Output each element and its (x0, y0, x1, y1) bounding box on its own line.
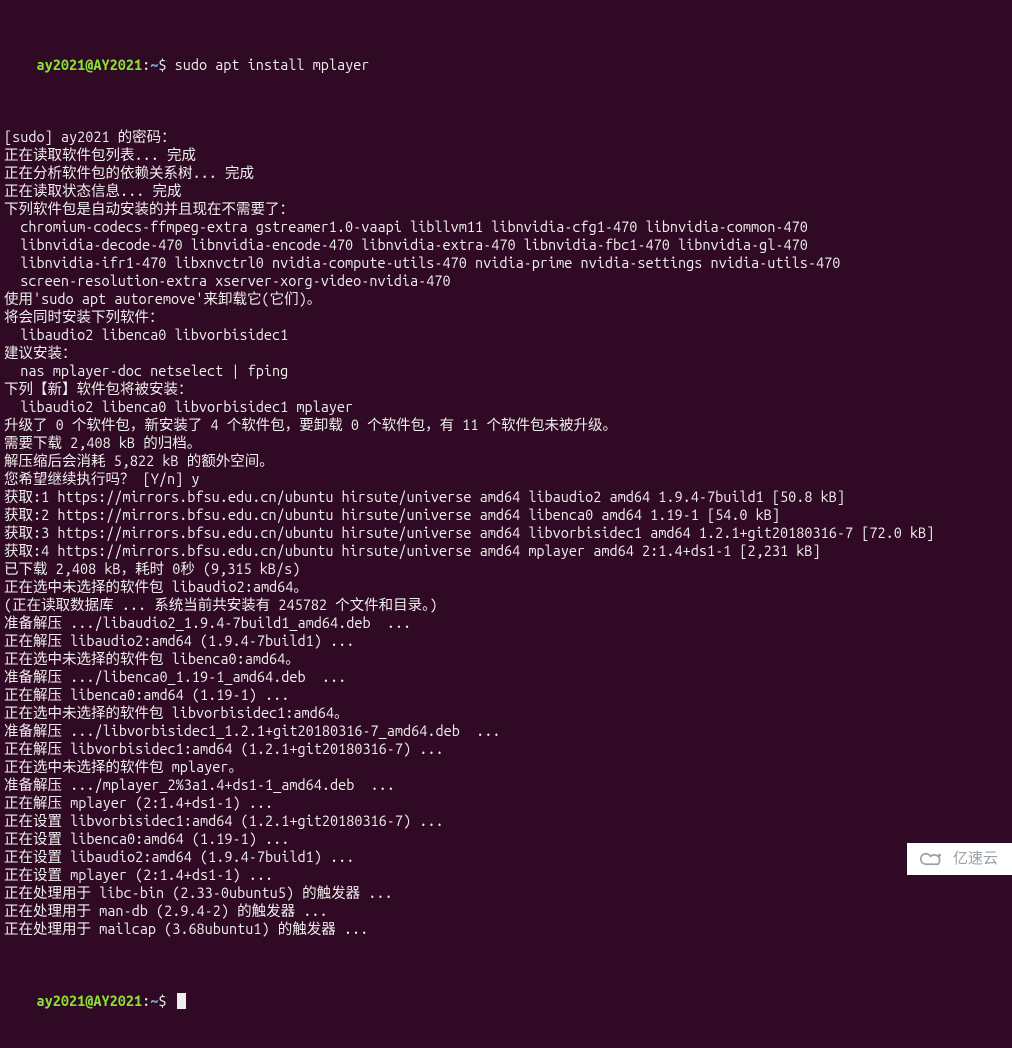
output-line: 正在解压 libvorbisidec1:amd64 (1.2.1+git2018… (4, 740, 1008, 758)
output-line: 正在设置 libaudio2:amd64 (1.9.4-7build1) ... (4, 848, 1008, 866)
output-line: 下列软件包是自动安装的并且现在不需要了： (4, 200, 1008, 218)
output-line: 正在处理用于 man-db (2.9.4-2) 的触发器 ... (4, 902, 1008, 920)
prompt-user: ay2021 (36, 992, 85, 1009)
output-line: nas mplayer-doc netselect | fping (4, 362, 1008, 380)
output-line: 正在分析软件包的依赖关系树... 完成 (4, 164, 1008, 182)
cursor-icon (177, 993, 186, 1009)
prompt-colon: : (142, 56, 150, 73)
output-line: libnvidia-ifr1-470 libxnvctrl0 nvidia-co… (4, 254, 1008, 272)
output-line: 正在设置 libvorbisidec1:amd64 (1.2.1+git2018… (4, 812, 1008, 830)
output-line: 升级了 0 个软件包，新安装了 4 个软件包，要卸载 0 个软件包，有 11 个… (4, 416, 1008, 434)
output-line: 您希望继续执行吗？ [Y/n] y (4, 470, 1008, 488)
output-line: 解压缩后会消耗 5,822 kB 的额外空间。 (4, 452, 1008, 470)
output-line: 正在解压 mplayer (2:1.4+ds1-1) ... (4, 794, 1008, 812)
output-line: 获取:3 https://mirrors.bfsu.edu.cn/ubuntu … (4, 524, 1008, 542)
terminal-output: [sudo] ay2021 的密码：正在读取软件包列表... 完成正在分析软件包… (4, 128, 1008, 938)
prompt-line-1: ay2021@AY2021:~$ sudo apt install mplaye… (4, 38, 1008, 92)
output-line: 正在处理用于 mailcap (3.68ubuntu1) 的触发器 ... (4, 920, 1008, 938)
output-line: chromium-codecs-ffmpeg-extra gstreamer1.… (4, 218, 1008, 236)
watermark-text: 亿速云 (953, 850, 998, 868)
output-line: 正在读取软件包列表... 完成 (4, 146, 1008, 164)
output-line: 准备解压 .../libaudio2_1.9.4-7build1_amd64.d… (4, 614, 1008, 632)
output-line: 正在处理用于 libc-bin (2.33-0ubuntu5) 的触发器 ... (4, 884, 1008, 902)
output-line: libaudio2 libenca0 libvorbisidec1 mplaye… (4, 398, 1008, 416)
prompt-host: AY2021 (93, 992, 142, 1009)
output-line: 正在解压 libaudio2:amd64 (1.9.4-7build1) ... (4, 632, 1008, 650)
output-line: 正在解压 libenca0:amd64 (1.19-1) ... (4, 686, 1008, 704)
output-line: 使用'sudo apt autoremove'来卸载它(它们)。 (4, 290, 1008, 308)
output-line: 下列【新】软件包将被安装： (4, 380, 1008, 398)
prompt-at: @ (85, 992, 93, 1009)
output-line: 需要下载 2,408 kB 的归档。 (4, 434, 1008, 452)
prompt-user: ay2021 (36, 56, 85, 73)
output-line: 获取:2 https://mirrors.bfsu.edu.cn/ubuntu … (4, 506, 1008, 524)
output-line: 正在读取状态信息... 完成 (4, 182, 1008, 200)
cloud-icon (917, 849, 947, 869)
output-line: 获取:4 https://mirrors.bfsu.edu.cn/ubuntu … (4, 542, 1008, 560)
output-line: 正在选中未选择的软件包 libvorbisidec1:amd64。 (4, 704, 1008, 722)
prompt-path: ~ (150, 992, 158, 1009)
output-line: 已下载 2,408 kB，耗时 0秒 (9,315 kB/s) (4, 560, 1008, 578)
prompt-line-2[interactable]: ay2021@AY2021:~$ (4, 974, 1008, 1028)
output-line: libnvidia-decode-470 libnvidia-encode-47… (4, 236, 1008, 254)
output-line: 建议安装： (4, 344, 1008, 362)
output-line: 将会同时安装下列软件： (4, 308, 1008, 326)
command-text: sudo apt install mplayer (175, 56, 370, 73)
output-line: libaudio2 libenca0 libvorbisidec1 (4, 326, 1008, 344)
output-line: 准备解压 .../libenca0_1.19-1_amd64.deb ... (4, 668, 1008, 686)
output-line: 准备解压 .../libvorbisidec1_1.2.1+git2018031… (4, 722, 1008, 740)
prompt-colon: : (142, 992, 150, 1009)
watermark: 亿速云 (907, 843, 1012, 875)
output-line: (正在读取数据库 ... 系统当前共安装有 245782 个文件和目录。) (4, 596, 1008, 614)
terminal[interactable]: ay2021@AY2021:~$ sudo apt install mplaye… (0, 0, 1012, 1048)
output-line: 正在设置 libenca0:amd64 (1.19-1) ... (4, 830, 1008, 848)
output-line: 正在选中未选择的软件包 libaudio2:amd64。 (4, 578, 1008, 596)
output-line: [sudo] ay2021 的密码： (4, 128, 1008, 146)
output-line: screen-resolution-extra xserver-xorg-vid… (4, 272, 1008, 290)
prompt-dollar: $ (158, 56, 174, 73)
prompt-host: AY2021 (93, 56, 142, 73)
output-line: 正在设置 mplayer (2:1.4+ds1-1) ... (4, 866, 1008, 884)
output-line: 获取:1 https://mirrors.bfsu.edu.cn/ubuntu … (4, 488, 1008, 506)
output-line: 正在选中未选择的软件包 mplayer。 (4, 758, 1008, 776)
prompt-dollar: $ (158, 992, 174, 1009)
output-line: 准备解压 .../mplayer_2%3a1.4+ds1-1_amd64.deb… (4, 776, 1008, 794)
output-line: 正在选中未选择的软件包 libenca0:amd64。 (4, 650, 1008, 668)
